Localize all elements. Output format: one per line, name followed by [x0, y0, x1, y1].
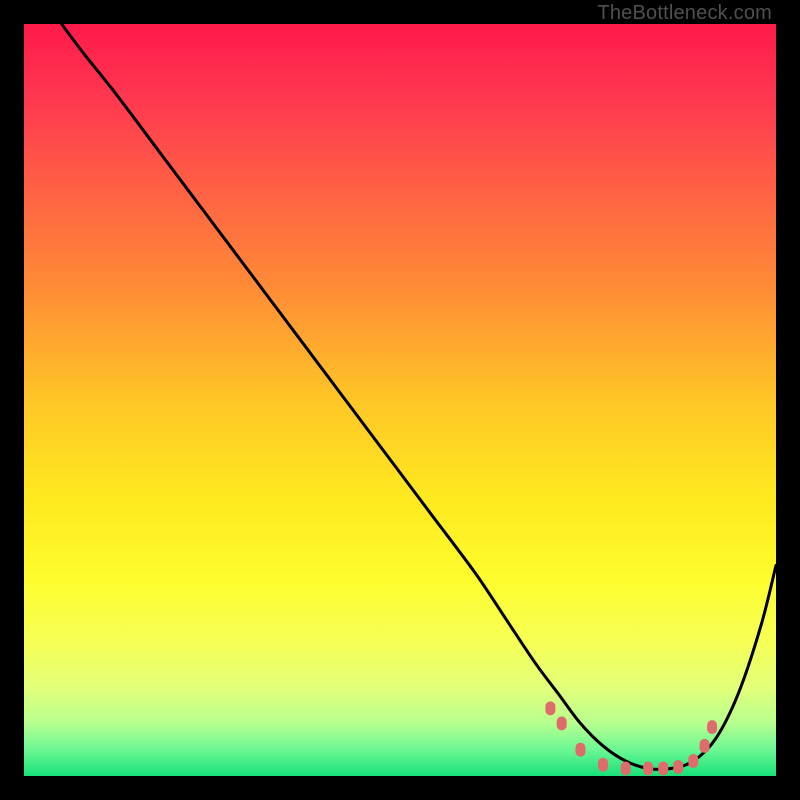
watermark-text: TheBottleneck.com [597, 2, 772, 25]
marker-dot [557, 716, 567, 730]
marker-dot [688, 754, 698, 768]
marker-dot [621, 761, 631, 775]
marker-dot [700, 739, 710, 753]
marker-dot [658, 761, 668, 775]
chart-frame [24, 24, 776, 776]
marker-dot [707, 720, 717, 734]
marker-dot [598, 758, 608, 772]
marker-dot [545, 701, 555, 715]
marker-dot [575, 743, 585, 757]
gradient-background [24, 24, 776, 776]
marker-dot [673, 760, 683, 774]
marker-dot [643, 761, 653, 775]
chart-svg [24, 24, 776, 776]
